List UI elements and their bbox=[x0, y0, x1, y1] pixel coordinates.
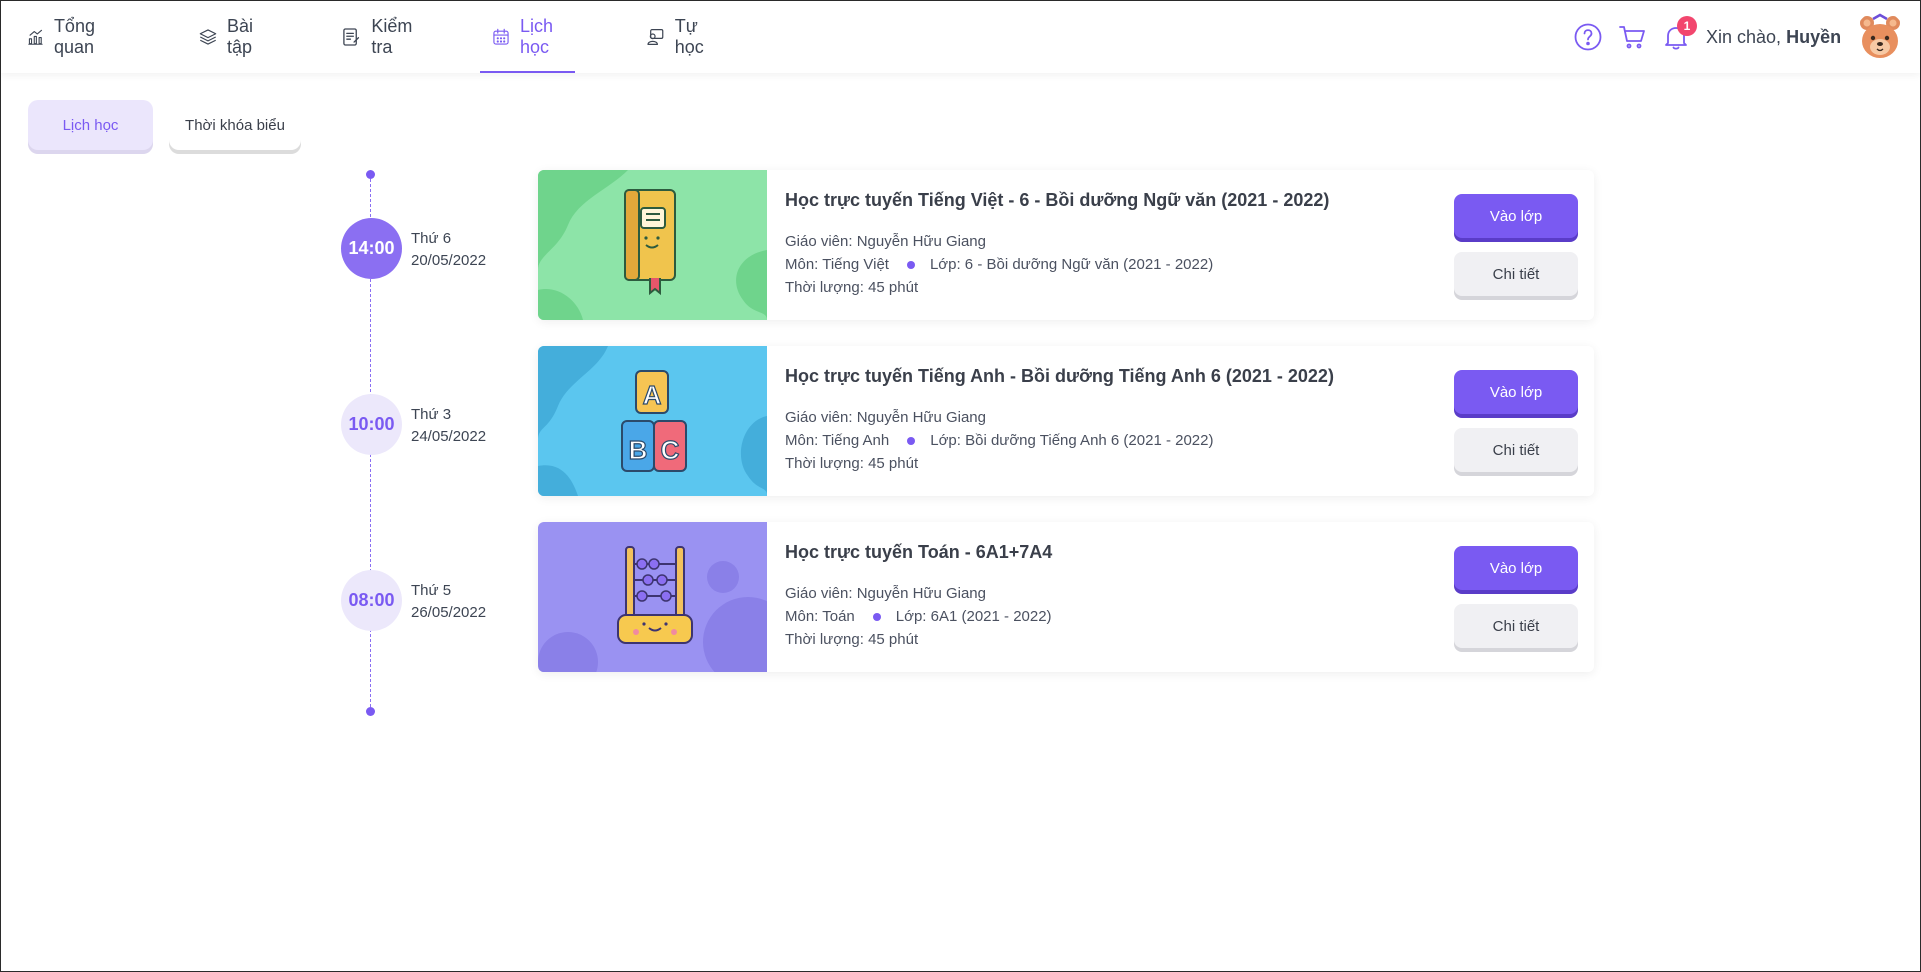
subject-class-line: Môn: Tiếng Anh Lớp: Bồi dưỡng Tiếng Anh 6… bbox=[785, 432, 1214, 449]
time-circle: 14:00 bbox=[341, 218, 402, 279]
duration: Thời lượng: 45 phút bbox=[785, 279, 919, 296]
subject: Môn: Toán bbox=[785, 608, 855, 625]
date-block: Thứ 6 20/05/2022 bbox=[411, 228, 486, 272]
class-name: Lớp: 6 - Bồi dưỡng Ngữ văn (2021 - 2022) bbox=[929, 256, 1214, 273]
class-thumbnail: A B C bbox=[538, 346, 767, 496]
chart-icon bbox=[28, 29, 43, 45]
date: 26/05/2022 bbox=[411, 604, 487, 621]
cart-icon[interactable] bbox=[1618, 23, 1646, 51]
details-button[interactable]: Chi tiết bbox=[1454, 428, 1578, 472]
abacus-illustration-icon bbox=[538, 546, 767, 672]
class-title: Học trực tuyến Tiếng Anh - Bồi dưỡng Tiế… bbox=[785, 366, 1334, 386]
date: 20/05/2022 bbox=[411, 252, 487, 269]
time-circle: 08:00 bbox=[341, 570, 402, 631]
class-card: Học trực tuyến Tiếng Việt - 6 - Bồi dưỡn… bbox=[538, 170, 1594, 320]
date-block: Thứ 3 24/05/2022 bbox=[411, 404, 486, 448]
enter-class-button[interactable]: Vào lớp bbox=[1454, 546, 1578, 590]
date: 24/05/2022 bbox=[411, 428, 487, 445]
nav-item-kiem-tra[interactable]: Kiểm tra bbox=[341, 1, 420, 73]
timeline-end-dot bbox=[366, 707, 375, 716]
weekday: Thứ 5 bbox=[411, 582, 452, 599]
test-icon bbox=[343, 28, 360, 46]
class-title: Học trực tuyến Toán - 6A1+7A4 bbox=[785, 542, 1053, 562]
duration: Thời lượng: 45 phút bbox=[785, 455, 919, 472]
weekday: Thứ 6 bbox=[411, 230, 452, 247]
avatar[interactable] bbox=[1855, 11, 1905, 61]
nav-item-lich-hoc[interactable]: Lịch học bbox=[479, 1, 576, 73]
weekday: Thứ 3 bbox=[411, 406, 452, 423]
nav-label: Bài tập bbox=[227, 16, 254, 57]
subject: Môn: Tiếng Anh bbox=[785, 432, 890, 449]
nav-label: Kiểm tra bbox=[371, 16, 413, 57]
nav-label: Tổng quan bbox=[53, 16, 95, 57]
teacher: Giáo viên: Nguyễn Hữu Giang bbox=[785, 585, 986, 602]
notification-badge: 1 bbox=[1677, 16, 1697, 36]
class-name: Lớp: Bồi dưỡng Tiếng Anh 6 (2021 - 2022) bbox=[930, 432, 1214, 449]
nav-item-tu-hoc[interactable]: Tự học bbox=[646, 1, 713, 73]
date-block: Thứ 5 26/05/2022 bbox=[411, 580, 486, 624]
tab-thoi-khoa-bieu[interactable]: Thời khóa biểu bbox=[169, 100, 301, 150]
nav-item-tong-quan[interactable]: Tổng quan bbox=[27, 1, 106, 73]
duration: Thời lượng: 45 phút bbox=[785, 631, 919, 648]
class-thumbnail bbox=[538, 522, 767, 672]
class-name: Lớp: 6A1 (2021 - 2022) bbox=[895, 608, 1052, 625]
svg-text:B: B bbox=[629, 435, 648, 465]
nav-label: Tự học bbox=[674, 16, 704, 57]
details-button[interactable]: Chi tiết bbox=[1454, 252, 1578, 296]
class-card: Học trực tuyến Toán - 6A1+7A4 Giáo viên:… bbox=[538, 522, 1594, 672]
separator-dot bbox=[907, 436, 916, 445]
enter-class-button[interactable]: Vào lớp bbox=[1454, 370, 1578, 414]
layers-icon bbox=[199, 29, 217, 45]
separator-dot bbox=[906, 260, 915, 269]
class-title: Học trực tuyến Tiếng Việt - 6 - Bồi dưỡn… bbox=[785, 190, 1330, 210]
bear-avatar-icon bbox=[1855, 11, 1905, 61]
subject-class-line: Môn: Tiếng Việt Lớp: 6 - Bồi dưỡng Ngữ vă… bbox=[785, 256, 1213, 273]
book-illustration-icon bbox=[538, 170, 767, 320]
details-button[interactable]: Chi tiết bbox=[1454, 604, 1578, 648]
svg-text:A: A bbox=[643, 380, 662, 410]
user-name: Huyền bbox=[1786, 27, 1842, 47]
timeline-start-dot bbox=[366, 170, 375, 179]
nav-label: Lịch học bbox=[519, 16, 554, 57]
class-card: A B C Học trực tuyến Tiếng Anh - Bồi dưỡ… bbox=[538, 346, 1594, 496]
teacher: Giáo viên: Nguyễn Hữu Giang bbox=[785, 233, 986, 250]
teacher: Giáo viên: Nguyễn Hữu Giang bbox=[785, 409, 986, 426]
user-greeting: Xin chào, Huyền bbox=[1706, 27, 1841, 48]
greeting-prefix: Xin chào, bbox=[1706, 27, 1782, 47]
time-circle: 10:00 bbox=[341, 394, 402, 455]
subject: Môn: Tiếng Việt bbox=[785, 256, 889, 273]
svg-text:C: C bbox=[661, 435, 680, 465]
separator-dot bbox=[872, 612, 881, 621]
top-navigation-bar: Tổng quan Bài tập Kiểm tra Lịch học Tự h… bbox=[1, 1, 1920, 73]
calendar-icon bbox=[493, 28, 509, 45]
enter-class-button[interactable]: Vào lớp bbox=[1454, 194, 1578, 238]
help-icon[interactable] bbox=[1573, 22, 1603, 52]
class-thumbnail bbox=[538, 170, 767, 320]
subject-class-line: Môn: Toán Lớp: 6A1 (2021 - 2022) bbox=[785, 608, 1052, 625]
self-study-icon bbox=[647, 29, 664, 45]
abc-blocks-illustration-icon: A B C bbox=[538, 346, 767, 496]
tab-lich-hoc[interactable]: Lịch học bbox=[28, 100, 153, 150]
nav-item-bai-tap[interactable]: Bài tập bbox=[199, 1, 263, 73]
